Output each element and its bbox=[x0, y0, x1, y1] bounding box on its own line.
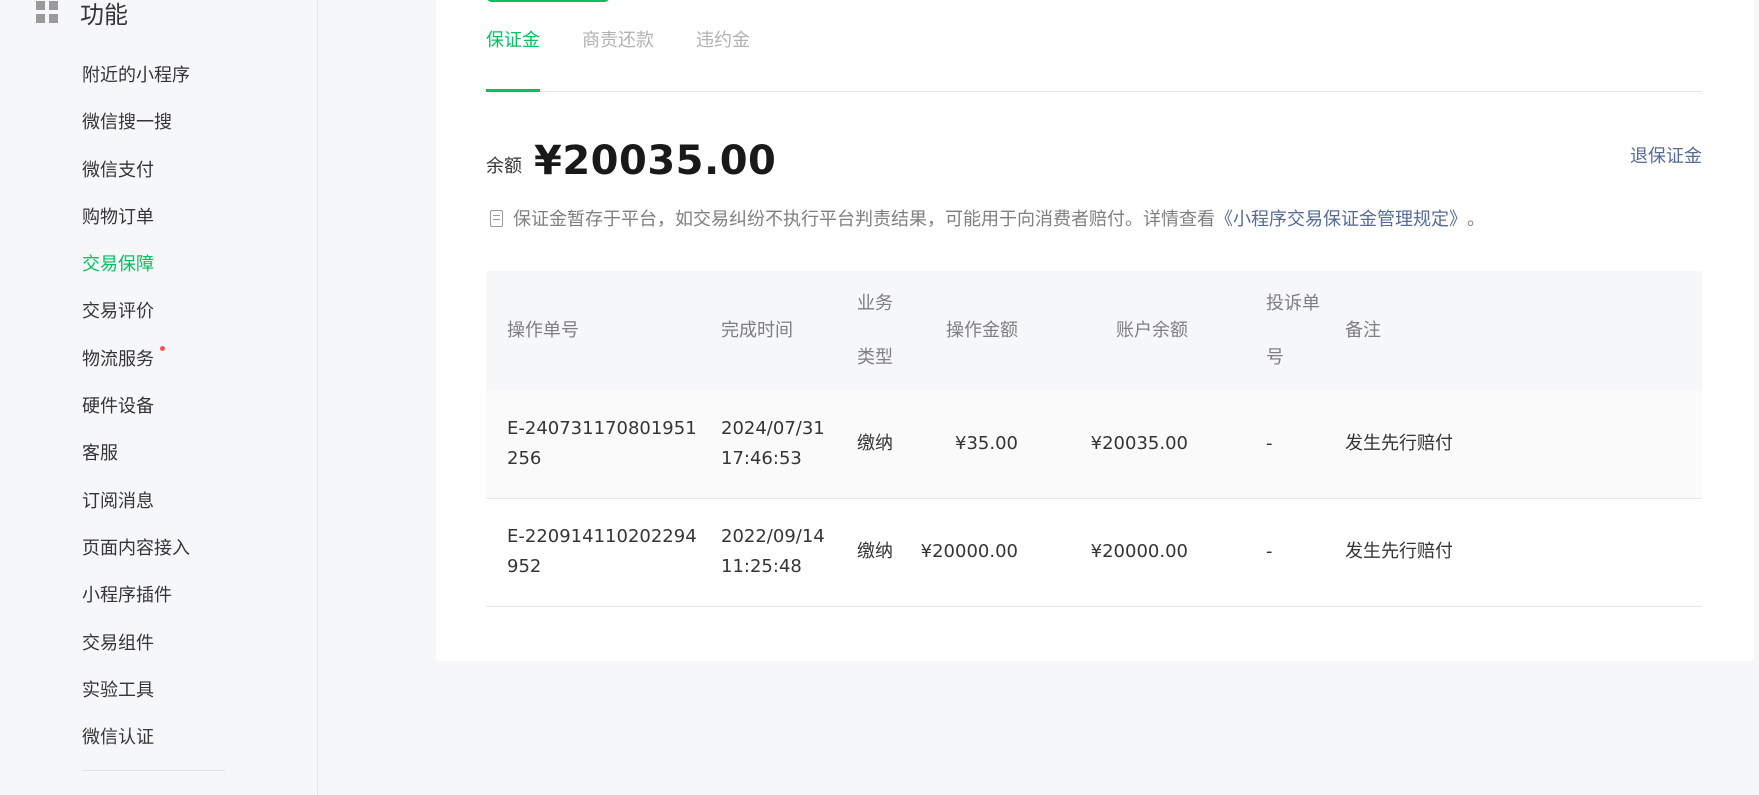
cell-complaint-id: - bbox=[1188, 390, 1324, 499]
section-header: 功能 bbox=[36, 0, 128, 29]
sidebar-item-label: 订阅消息 bbox=[82, 490, 154, 512]
sidebar-nav: 附近的小程序 微信搜一搜 微信支付 购物订单 交易保障 交易评价 物流服务 硬件… bbox=[82, 62, 190, 771]
refund-deposit-link[interactable]: 退保证金 bbox=[1630, 142, 1702, 168]
main-card: 保证金 商责还款 违约金 余额 ¥20035.00 退保证金 保证金暂存于平台，… bbox=[436, 0, 1754, 661]
sidebar-item-label: 小程序插件 bbox=[82, 585, 172, 607]
sidebar-item-label: 附近的小程序 bbox=[82, 65, 190, 86]
sidebar-item-lab-tools[interactable]: 实验工具 bbox=[82, 677, 190, 724]
document-icon bbox=[490, 209, 503, 227]
sidebar-item-trade-review[interactable]: 交易评价 bbox=[82, 298, 190, 345]
cell-note: 发生先行赔付 bbox=[1324, 390, 1702, 499]
sidebar-item-trade-guarantee[interactable]: 交易保障 bbox=[82, 251, 190, 298]
sidebar-item-customer-service[interactable]: 客服 bbox=[82, 440, 190, 487]
sidebar-item-shopping-orders[interactable]: 购物订单 bbox=[82, 204, 190, 251]
header-operation-amount: 操作金额 bbox=[946, 319, 1018, 341]
sidebar-item-trade-components[interactable]: 交易组件 bbox=[82, 630, 190, 677]
cell-operation-amount: ¥20000.00 bbox=[908, 498, 1018, 607]
cell-complete-time: 2024/07/31 17:46:53 bbox=[700, 390, 836, 499]
sidebar-item-label: 交易保障 bbox=[82, 254, 154, 276]
sidebar-item-nearby-miniprogram[interactable]: 附近的小程序 bbox=[82, 62, 190, 109]
header-complaint-id: 投诉单号 bbox=[1266, 292, 1320, 368]
table-row: E-220914110202294952 2022/09/14 11:25:48… bbox=[486, 498, 1702, 607]
sidebar-item-logistics[interactable]: 物流服务 bbox=[82, 345, 190, 393]
tab-penalty[interactable]: 违约金 bbox=[696, 20, 750, 84]
header-business-type: 业务类型 bbox=[857, 292, 893, 368]
header-note: 备注 bbox=[1345, 319, 1381, 341]
header-operation-id: 操作单号 bbox=[507, 319, 579, 341]
cell-operation-id: E-240731170801951256 bbox=[486, 390, 700, 499]
cell-business-type: 缴纳 bbox=[836, 390, 908, 499]
grid-icon bbox=[36, 1, 58, 23]
sidebar-item-label: 微信认证 bbox=[82, 727, 154, 749]
notice-text: 保证金暂存于平台，如交易纠纷不执行平台判责结果，可能用于向消费者赔付。详情查看 bbox=[513, 209, 1215, 230]
notification-dot bbox=[160, 345, 165, 351]
sidebar-item-label: 微信支付 bbox=[82, 159, 154, 181]
sidebar-item-label: 交易评价 bbox=[82, 301, 154, 323]
sidebar-item-label: 客服 bbox=[82, 443, 118, 465]
deposit-table: 操作单号 完成时间 业务类型 操作金额 账户余额 投诉单号 备注 E-24073… bbox=[486, 271, 1702, 607]
sidebar-item-page-content[interactable]: 页面内容接入 bbox=[82, 535, 190, 582]
cell-account-balance: ¥20000.00 bbox=[1018, 498, 1188, 607]
cell-complaint-id: - bbox=[1188, 498, 1324, 607]
primary-button-edge[interactable] bbox=[486, 0, 610, 2]
tab-merchant-repayment[interactable]: 商责还款 bbox=[582, 20, 654, 84]
sidebar-item-wechat-pay[interactable]: 微信支付 bbox=[82, 157, 190, 204]
sidebar-divider bbox=[82, 770, 225, 771]
sidebar-item-label: 实验工具 bbox=[82, 679, 154, 701]
balance-value: ¥20035.00 bbox=[534, 138, 777, 184]
sidebar-item-subscribe-message[interactable]: 订阅消息 bbox=[82, 488, 190, 535]
header-account-balance: 账户余额 bbox=[1116, 319, 1188, 341]
cell-business-type: 缴纳 bbox=[836, 498, 908, 607]
sidebar-item-hardware[interactable]: 硬件设备 bbox=[82, 393, 190, 440]
sidebar-item-wechat-search[interactable]: 微信搜一搜 bbox=[82, 109, 190, 156]
sidebar-item-label: 页面内容接入 bbox=[82, 537, 190, 559]
sidebar-item-label: 微信搜一搜 bbox=[82, 112, 172, 134]
cell-account-balance: ¥20035.00 bbox=[1018, 390, 1188, 499]
balance-row: 余额 ¥20035.00 退保证金 bbox=[486, 138, 1702, 184]
deposit-notice: 保证金暂存于平台，如交易纠纷不执行平台判责结果，可能用于向消费者赔付。详情查看 … bbox=[486, 205, 1485, 231]
section-title: 功能 bbox=[80, 0, 128, 29]
cell-operation-id: E-220914110202294952 bbox=[486, 498, 700, 607]
cell-note: 发生先行赔付 bbox=[1324, 498, 1702, 607]
sidebar-item-label: 物流服务 bbox=[82, 348, 154, 370]
cell-complete-time: 2022/09/14 11:25:48 bbox=[700, 498, 836, 607]
header-complete-time: 完成时间 bbox=[721, 319, 793, 341]
tab-bar: 保证金 商责还款 违约金 bbox=[486, 20, 1702, 92]
cell-operation-amount: ¥35.00 bbox=[908, 390, 1018, 499]
sidebar-item-label: 购物订单 bbox=[82, 206, 154, 228]
balance-label: 余额 bbox=[486, 156, 522, 177]
table-header-row: 操作单号 完成时间 业务类型 操作金额 账户余额 投诉单号 备注 bbox=[486, 271, 1702, 390]
sidebar: 功能 附近的小程序 微信搜一搜 微信支付 购物订单 交易保障 交易评价 物流服务… bbox=[0, 0, 318, 795]
sidebar-item-label: 交易组件 bbox=[82, 632, 154, 654]
deposit-rules-link[interactable]: 《小程序交易保证金管理规定》 bbox=[1215, 205, 1467, 231]
sidebar-item-label: 硬件设备 bbox=[82, 396, 154, 418]
tab-deposit[interactable]: 保证金 bbox=[486, 20, 540, 92]
table-row: E-240731170801951256 2024/07/31 17:46:53… bbox=[486, 390, 1702, 499]
sidebar-item-wechat-verify[interactable]: 微信认证 bbox=[82, 724, 190, 771]
notice-suffix: 。 bbox=[1467, 209, 1485, 230]
sidebar-item-plugins[interactable]: 小程序插件 bbox=[82, 582, 190, 629]
